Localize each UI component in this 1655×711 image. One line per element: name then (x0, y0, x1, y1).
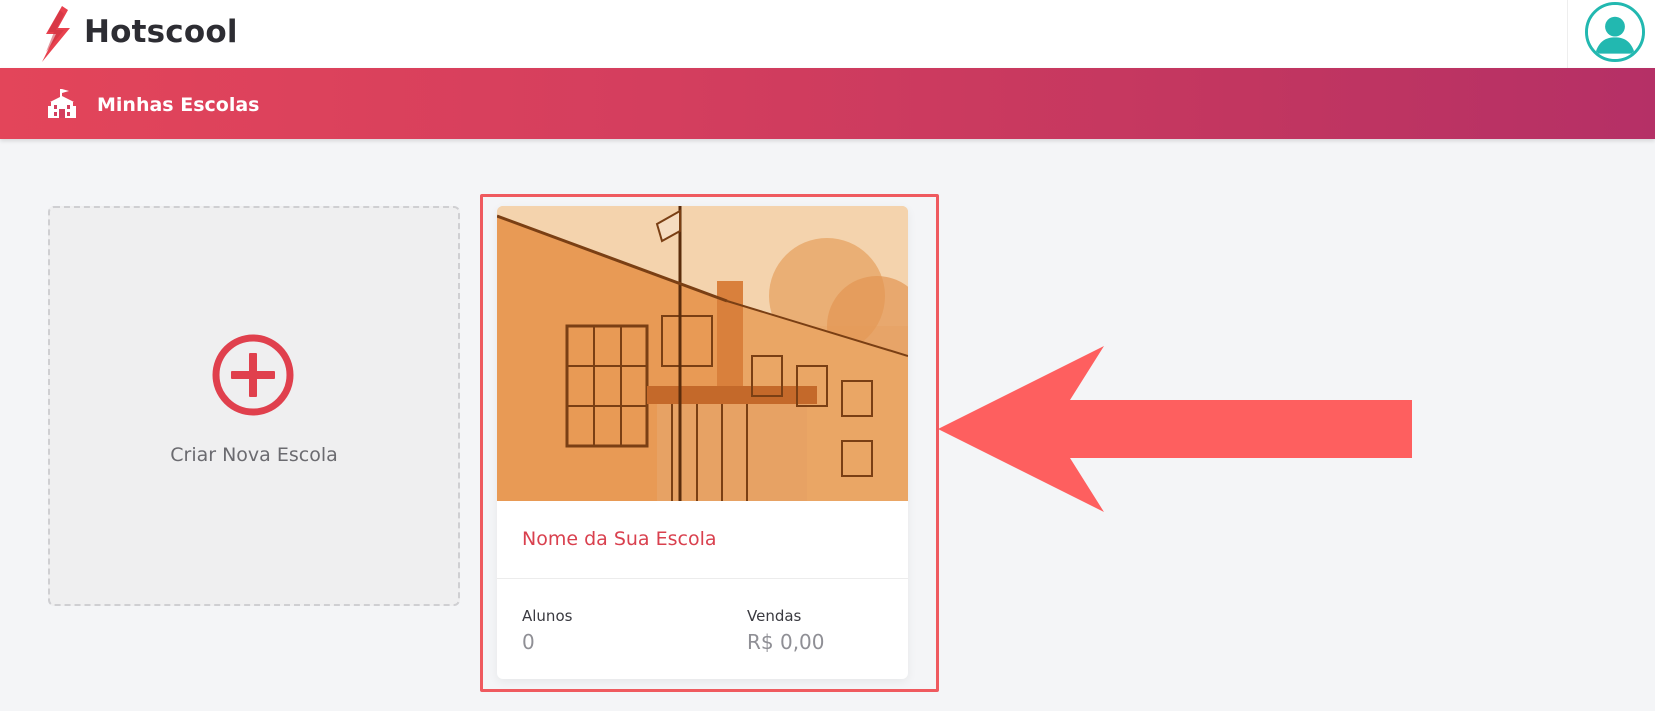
top-bar: Hotscool (0, 0, 1655, 68)
create-school-label: Criar Nova Escola (170, 444, 338, 466)
lightning-bolt-icon (42, 6, 70, 62)
app-logo[interactable]: Hotscool (36, 4, 238, 64)
plus-circle-icon (212, 334, 294, 416)
school-name[interactable]: Nome da Sua Escola (522, 528, 717, 550)
user-avatar-icon (1588, 5, 1642, 59)
app-name: Hotscool (84, 14, 238, 50)
left-arrow-icon (938, 346, 1412, 512)
students-value: 0 (522, 630, 535, 654)
school-card[interactable]: Nome da Sua Escola Alunos 0 Vendas R$ 0,… (497, 206, 908, 679)
create-school-card[interactable]: Criar Nova Escola (48, 206, 460, 606)
page-title: Minhas Escolas (97, 94, 260, 116)
sales-label: Vendas (747, 607, 802, 625)
school-image (497, 206, 908, 501)
sales-value: R$ 0,00 (747, 630, 825, 654)
students-label: Alunos (522, 607, 573, 625)
school-building-icon (48, 89, 76, 118)
user-avatar-button[interactable] (1585, 2, 1645, 62)
card-divider (497, 578, 908, 579)
profile-separator (1567, 0, 1568, 68)
